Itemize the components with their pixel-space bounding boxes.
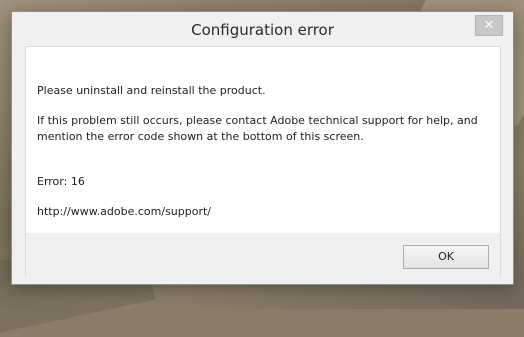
dialog-title: Configuration error: [191, 21, 334, 39]
close-button[interactable]: ✕: [475, 15, 503, 36]
button-bar: OK: [25, 233, 501, 277]
message-panel: Please uninstall and reinstall the produ…: [25, 46, 501, 233]
error-code: Error: 16: [37, 175, 85, 188]
message-reinstall: Please uninstall and reinstall the produ…: [37, 84, 266, 97]
title-bar[interactable]: Configuration error ✕: [12, 12, 513, 46]
close-icon: ✕: [483, 18, 495, 33]
ok-button[interactable]: OK: [403, 245, 489, 269]
error-dialog: Configuration error ✕ Please uninstall a…: [11, 11, 514, 285]
message-contact-support: If this problem still occurs, please con…: [37, 114, 478, 143]
support-url: http://www.adobe.com/support/: [37, 205, 212, 218]
